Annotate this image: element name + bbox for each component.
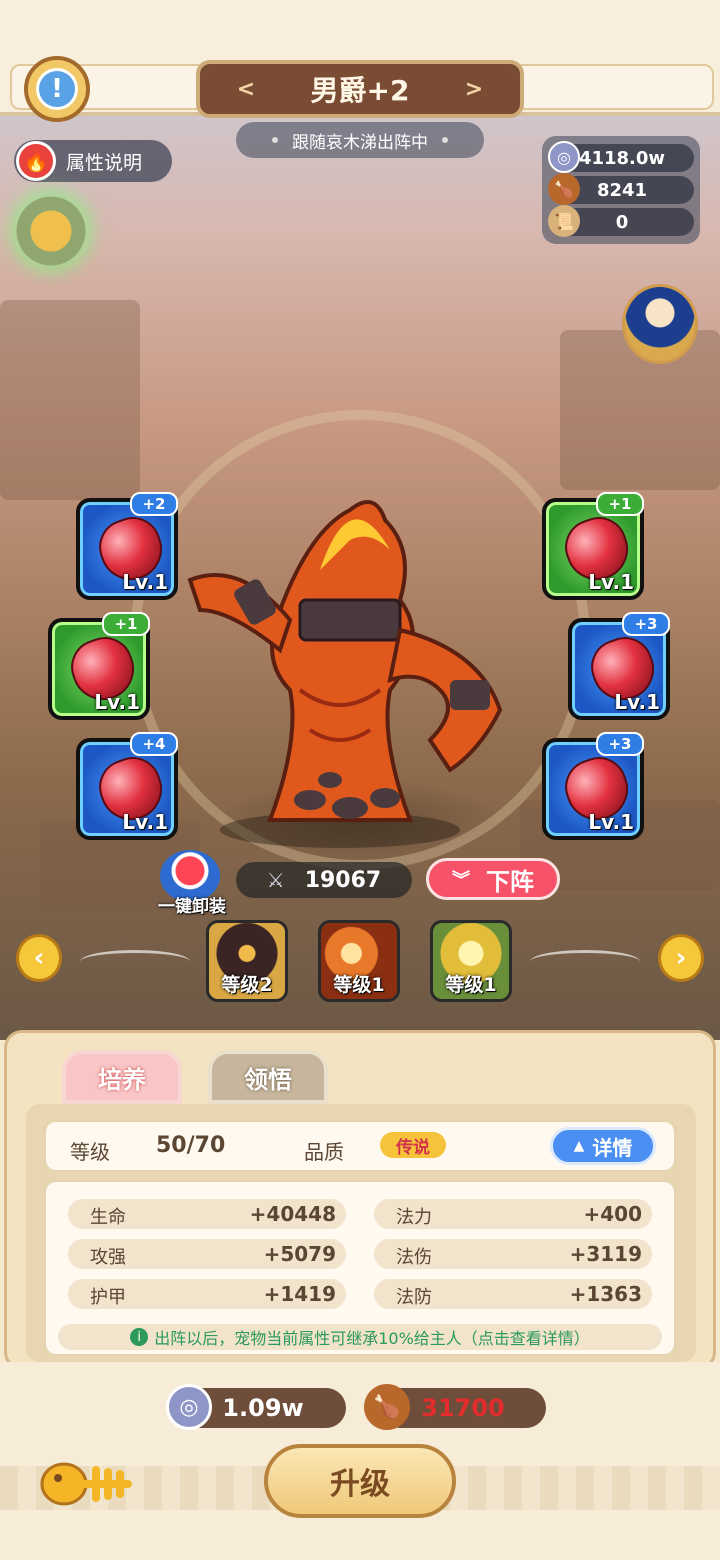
- rune-slot-4[interactable]: +1 Lv.1: [542, 492, 644, 600]
- combat-power-value: 19067: [304, 867, 382, 893]
- inherit-tip[interactable]: i 出阵以后，宠物当前属性可继承10%给主人（点击查看详情）: [58, 1324, 662, 1350]
- stat-value: +400: [583, 1202, 642, 1226]
- drumstick-icon: 🍗: [548, 173, 580, 205]
- silver-amount: 4118.0w: [578, 147, 666, 169]
- scroll-icon: 📜: [548, 205, 580, 237]
- rune-bonus-badge: +3: [622, 612, 670, 636]
- tab-comprehend[interactable]: 领悟: [208, 1050, 328, 1104]
- rune-bonus-badge: +1: [596, 492, 644, 516]
- pet-title-plate: < 男爵+2 >: [196, 60, 524, 118]
- stat-value: +1363: [569, 1282, 642, 1306]
- upgrade-button[interactable]: 升级: [264, 1444, 456, 1518]
- skill-slot-3[interactable]: 等级1: [430, 920, 512, 1002]
- owner-avatar[interactable]: [622, 284, 698, 364]
- info-icon: i: [130, 1328, 149, 1346]
- scroll-amount: 0: [615, 211, 629, 233]
- rune-level: Lv.1: [588, 570, 634, 594]
- rune-slot-5[interactable]: +3 Lv.1: [568, 612, 670, 720]
- pet-name: 男爵+2: [310, 74, 410, 107]
- triangle-up-icon: ▲: [573, 1138, 585, 1154]
- drumstick-icon: 🍗: [364, 1384, 410, 1430]
- silver-coin-icon: ◎: [166, 1384, 212, 1430]
- gem-socket-icon[interactable]: [16, 196, 86, 266]
- lava-golem-pet[interactable]: [150, 490, 530, 850]
- fire-element-icon: 🔥: [16, 141, 56, 181]
- previous-pet-arrow-icon[interactable]: <: [234, 78, 258, 102]
- rune-bonus-badge: +3: [596, 732, 644, 756]
- level-label: 等级: [70, 1140, 110, 1164]
- crossed-swords-icon: ⚔: [266, 868, 285, 892]
- stat-hp: 生命 +40448: [68, 1199, 346, 1229]
- pet-status-subtitle: 跟随哀木涕出阵中: [236, 122, 484, 158]
- rune-level: Lv.1: [94, 690, 140, 714]
- skill-slot-1[interactable]: 等级2: [206, 920, 288, 1002]
- unequip-all-label[interactable]: 一键卸装: [150, 892, 234, 917]
- exclamation-icon: !: [36, 68, 78, 110]
- skill-level-label: 等级2: [221, 974, 273, 996]
- decorative-swirl: [530, 950, 640, 973]
- details-label: 详情: [592, 1135, 633, 1160]
- silver-coin-icon: ◎: [548, 141, 580, 173]
- rune-bonus-badge: +1: [102, 612, 150, 636]
- dot-icon: [272, 137, 278, 143]
- previous-pet-button[interactable]: ‹: [16, 934, 62, 982]
- stat-value: +40448: [249, 1202, 336, 1226]
- stat-value: +3119: [569, 1242, 642, 1266]
- next-pet-button[interactable]: ›: [658, 934, 704, 982]
- quality-label: 品质: [304, 1140, 344, 1164]
- resource-panel: ◎ 4118.0w 🍗 8241 📜 0: [542, 136, 700, 244]
- stat-attack: 攻强 +5079: [68, 1239, 346, 1269]
- rune-level: Lv.1: [588, 810, 634, 834]
- food-amount: 8241: [596, 179, 648, 201]
- stat-name: 生命: [90, 1207, 126, 1228]
- dot-icon: [442, 137, 448, 143]
- resource-row-scroll: 📜 0: [548, 205, 694, 237]
- stat-armor: 护甲 +1419: [68, 1279, 346, 1309]
- resource-row-silver: ◎ 4118.0w: [548, 141, 694, 173]
- combat-power: ⚔ 19067: [236, 862, 412, 898]
- quality-badge: 传说: [380, 1132, 446, 1158]
- stat-name: 法力: [396, 1207, 432, 1228]
- stat-name: 护甲: [90, 1287, 126, 1308]
- stat-name: 法伤: [396, 1247, 432, 1268]
- next-pet-arrow-icon[interactable]: >: [462, 78, 486, 102]
- info-button[interactable]: !: [24, 56, 90, 122]
- stat-name: 法防: [396, 1287, 432, 1308]
- subtitle-text: 跟随哀木涕出阵中: [292, 132, 428, 153]
- dismiss-label: 下阵: [486, 867, 534, 896]
- skill-slot-2[interactable]: 等级1: [318, 920, 400, 1002]
- tab-train[interactable]: 培养: [62, 1050, 182, 1104]
- skill-level-label: 等级1: [333, 974, 385, 996]
- dismiss-button[interactable]: ︾ 下阵: [426, 858, 560, 900]
- skill-level-label: 等级1: [445, 974, 497, 996]
- level-value: 50/70: [156, 1133, 226, 1158]
- double-chevron-down-icon: ︾: [452, 870, 470, 891]
- food-cost-value: 31700: [421, 1394, 505, 1422]
- stat-name: 攻强: [90, 1247, 126, 1268]
- stat-magic-defense: 法防 +1363: [374, 1279, 652, 1309]
- attribute-explanation-label: 属性说明: [66, 151, 143, 174]
- decorative-swirl: [80, 950, 190, 973]
- stat-value: +5079: [263, 1242, 336, 1266]
- resource-row-food: 🍗 8241: [548, 173, 694, 205]
- rune-level: Lv.1: [614, 690, 660, 714]
- rune-slot-6[interactable]: +3 Lv.1: [542, 732, 644, 840]
- fishbone-icon[interactable]: [38, 1452, 136, 1516]
- rune-slot-2[interactable]: +1 Lv.1: [48, 612, 150, 720]
- stat-value: +1419: [263, 1282, 336, 1306]
- scene-building: [0, 300, 140, 500]
- stat-mana: 法力 +400: [374, 1199, 652, 1229]
- attribute-explanation-button[interactable]: 🔥 属性说明: [14, 140, 172, 182]
- inherit-tip-text: 出阵以后，宠物当前属性可继承10%给主人（点击查看详情）: [154, 1329, 590, 1348]
- stat-spell-damage: 法伤 +3119: [374, 1239, 652, 1269]
- details-button[interactable]: ▲ 详情: [550, 1127, 656, 1165]
- silver-cost-value: 1.09w: [222, 1394, 304, 1422]
